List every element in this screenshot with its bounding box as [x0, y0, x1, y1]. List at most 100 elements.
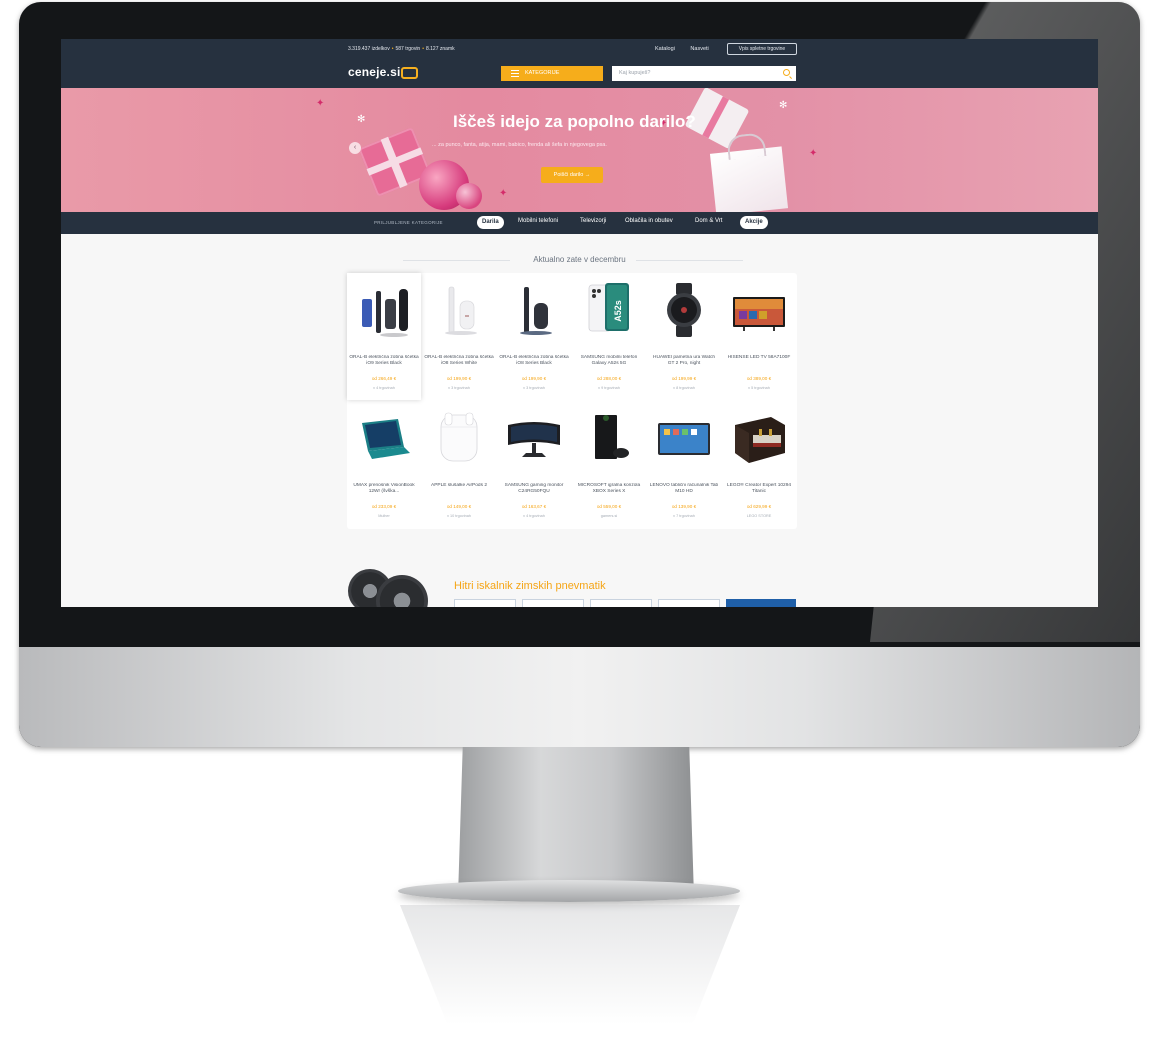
- category-televizorji[interactable]: Televizorji: [580, 218, 606, 224]
- product-card[interactable]: ORAL-B električna zobna ščetka iO8 Serie…: [422, 273, 496, 400]
- product-price: od 233,09 €: [371, 504, 397, 509]
- category-darila[interactable]: Darila: [477, 216, 504, 229]
- product-card[interactable]: LEGO® Creator Expert 10294 Titanic od 62…: [722, 401, 796, 528]
- television-icon: [733, 297, 785, 331]
- product-name[interactable]: UMAX prenosnik VisionBook 12Wr (švška...: [349, 483, 419, 496]
- tires-search-title: Hitri iskalnik zimskih pnevmatik: [454, 580, 606, 592]
- star-icon: ✦: [499, 188, 508, 199]
- tire-brand-select[interactable]: [658, 599, 720, 607]
- category-nav-label: PRILJUBLJENE KATEGORIJE: [374, 220, 443, 225]
- category-akcije[interactable]: Akcije: [740, 216, 768, 229]
- product-stores: v 7 trgovinah: [673, 514, 695, 518]
- product-price: od 629,99 €: [746, 504, 772, 509]
- stand-reflection: [400, 905, 740, 1025]
- product-stores: v 4 trgovinah: [373, 386, 395, 390]
- star-icon: ✦: [316, 98, 325, 109]
- product-card[interactable]: ORAL-B električna zobna ščetka iO9 Serie…: [347, 273, 421, 400]
- product-stores: v 3 trgovinah: [523, 386, 545, 390]
- tips-link[interactable]: Nasveti: [690, 46, 708, 52]
- section-title: Aktualno zate v decembru: [533, 255, 626, 264]
- separator-dot: •: [391, 46, 394, 52]
- toothbrush-black-icon: [520, 287, 552, 335]
- toothbrush-black-icon: [362, 289, 408, 337]
- product-stores: v 5 trgovinah: [748, 386, 770, 390]
- monitor-stand-base: [398, 880, 740, 902]
- tires-image: [348, 569, 444, 607]
- product-price: od 199,99 €: [671, 376, 697, 381]
- product-stores: gamers.si: [600, 514, 618, 518]
- product-name[interactable]: SAMSUNG mobilni telefon Galaxy A52s 5G: [574, 355, 644, 368]
- product-name[interactable]: SAMSUNG gaming monitor C24RG50FQU: [499, 483, 569, 496]
- find-gift-button[interactable]: Poišči darilo →: [541, 167, 603, 183]
- register-store-button[interactable]: Vpis spletne trgovine: [727, 43, 797, 55]
- product-name[interactable]: LEGO® Creator Expert 10294 Titanic: [724, 483, 794, 496]
- product-name[interactable]: ORAL-B električna zobna ščetka iO9 Serie…: [349, 355, 419, 368]
- product-price: od 389,00 €: [746, 376, 772, 381]
- tire-search-button[interactable]: [726, 599, 796, 607]
- product-name[interactable]: HUAWEI pametna ura Watch GT 2 Pro, night: [649, 355, 719, 368]
- category-dom-vrt[interactable]: Dom & Vrt: [695, 218, 722, 224]
- snowflake-icon: ✻: [779, 100, 788, 111]
- product-grid: ORAL-B električna zobna ščetka iO9 Serie…: [347, 273, 797, 529]
- website-screen: 3.319.437 izdelkov • 587 trgovin • 8.127 zna…: [61, 39, 1098, 607]
- product-card[interactable]: A52s SAMSUNG mobilni telefon Galaxy A52s…: [572, 273, 646, 400]
- search-icon[interactable]: [783, 69, 790, 76]
- stats-products: 3.319.437 izdelkov: [348, 46, 390, 52]
- product-stores: v 9 trgovinah: [598, 386, 620, 390]
- tablet-icon: [658, 423, 710, 455]
- smartwatch-icon: [667, 283, 701, 337]
- catalogs-link[interactable]: Katalogi: [655, 46, 675, 52]
- product-card[interactable]: HISENSE LED TV 58A7100F od 389,00 € v 5 …: [722, 273, 796, 400]
- menu-icon: [511, 70, 519, 77]
- product-card[interactable]: LENOVO tablični računalnik Tab M10 HD od…: [647, 401, 721, 528]
- site-stats: 3.319.437 izdelkov • 587 trgovin • 8.127 zna…: [348, 46, 455, 52]
- product-card[interactable]: APPLE slušalke AirPods 2 od 149,00 € v 1…: [422, 401, 496, 528]
- tire-height-select[interactable]: [522, 599, 584, 607]
- site-header: 3.319.437 izdelkov • 587 trgovin • 8.127 zna…: [61, 39, 1098, 88]
- hero-banner[interactable]: ✻ ✦ ✦ ✻ ✦ ✦ ‹ Iščeš idejo za popolno dar…: [61, 88, 1098, 212]
- product-name[interactable]: LENOVO tablični računalnik Tab M10 HD: [649, 483, 719, 496]
- categories-button[interactable]: KATEGORIJE: [501, 66, 603, 81]
- category-oblacila[interactable]: Oblačila in obutev: [625, 218, 673, 224]
- product-card[interactable]: SAMSUNG gaming monitor C24RG50FQU od 163…: [497, 401, 571, 528]
- earbuds-icon: [440, 412, 478, 462]
- smartphone-icon: A52s: [588, 283, 629, 332]
- stage: 3.319.437 izdelkov • 587 trgovin • 8.127 zna…: [0, 0, 1153, 1064]
- product-price: od 149,00 €: [446, 504, 472, 509]
- product-price: od 559,00 €: [596, 504, 622, 509]
- product-name[interactable]: APPLE slušalke AirPods 2: [424, 483, 494, 496]
- logo-icon: [401, 67, 418, 79]
- product-card[interactable]: ORAL-B električna zobna ščetka iO8 Serie…: [497, 273, 571, 400]
- monitor-icon: [508, 422, 560, 457]
- divider: [636, 260, 743, 261]
- tire-diameter-select[interactable]: [590, 599, 652, 607]
- product-stores: LEGO STORE: [746, 514, 772, 518]
- product-name[interactable]: MICROSOFT igralna konzola XBOX Series X: [574, 483, 644, 496]
- product-card[interactable]: UMAX prenosnik VisionBook 12Wr (švška...…: [347, 401, 421, 528]
- carousel-prev-icon[interactable]: ‹: [349, 142, 361, 154]
- site-logo[interactable]: ceneje.si: [348, 65, 401, 79]
- category-mobilni-telefoni[interactable]: Mobilni telefoni: [518, 218, 558, 224]
- product-stores: v 3 trgovinah: [448, 386, 470, 390]
- top-links: Katalogi Nasveti: [655, 46, 723, 52]
- laptop-icon: [362, 419, 410, 459]
- product-price: od 266,49 €: [371, 376, 397, 381]
- categories-label: KATEGORIJE: [525, 70, 560, 76]
- separator-dot: •: [422, 46, 424, 52]
- product-card[interactable]: MICROSOFT igralna konzola XBOX Series X …: [572, 401, 646, 528]
- product-price: od 199,90 €: [521, 376, 547, 381]
- product-name[interactable]: ORAL-B električna zobna ščetka iO8 Serie…: [424, 355, 494, 368]
- monitor-stand: [458, 747, 694, 897]
- star-icon: ✦: [809, 148, 818, 159]
- tire-width-select[interactable]: [454, 599, 516, 607]
- ornament-ball-icon: [456, 183, 482, 209]
- product-card[interactable]: HUAWEI pametna ura Watch GT 2 Pro, night…: [647, 273, 721, 400]
- search-input[interactable]: Kaj kupuješ?: [612, 66, 796, 81]
- snowflake-icon: ✻: [357, 114, 366, 125]
- svg-text:A52s: A52s: [613, 300, 623, 322]
- product-stores: v 4 trgovinah: [523, 514, 545, 518]
- stats-brands: 8.127 znamk: [425, 46, 455, 52]
- product-name[interactable]: ORAL-B električna zobna ščetka iO8 Serie…: [499, 355, 569, 368]
- search-placeholder: Kaj kupuješ?: [619, 70, 651, 76]
- product-name[interactable]: HISENSE LED TV 58A7100F: [724, 355, 794, 368]
